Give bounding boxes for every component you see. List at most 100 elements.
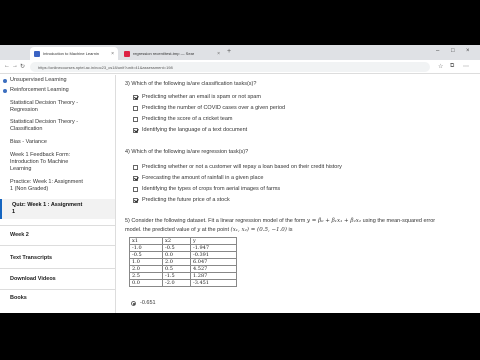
q4-option-3[interactable]: Identifying the types of crops from aeri… xyxy=(133,186,280,192)
unit-dot-icon xyxy=(3,89,7,93)
sidebar-item-sdt-regression[interactable]: Statistical Decision Theory - Regression xyxy=(0,100,115,114)
sidebar-item-practice[interactable]: Practice: Week 1: Assignment 1 (Non Grad… xyxy=(0,179,115,193)
close-tab-icon[interactable]: × xyxy=(214,51,220,57)
sidebar-item-label: 1 xyxy=(12,209,16,215)
reload-icon[interactable]: ↻ xyxy=(20,63,25,70)
unit-dot-icon xyxy=(3,79,7,83)
table-cell: -0.391 xyxy=(190,251,237,259)
q3-option-3[interactable]: Predicting the score of a cricket team xyxy=(133,116,232,122)
question-text: is xyxy=(286,227,293,233)
option-label: Predicting the score of a cricket team xyxy=(142,116,233,122)
checkbox[interactable] xyxy=(133,105,138,111)
checkbox[interactable] xyxy=(133,186,138,192)
checkbox-checked[interactable] xyxy=(133,127,138,133)
q4-option-2[interactable]: Forecasting the amount of rainfall in a … xyxy=(133,175,263,181)
q3-option-1[interactable]: Predicting whether an email is spam or n… xyxy=(133,94,261,100)
back-icon[interactable]: ← xyxy=(4,63,10,69)
option-label: Identifying the language of a text docum… xyxy=(142,127,248,133)
checkbox-checked[interactable] xyxy=(133,175,138,181)
sidebar-text-transcripts[interactable]: Text Transcripts xyxy=(0,255,115,262)
table-row: -0.5 0.0 -0.391 xyxy=(129,251,237,259)
sidebar-item-sdt-classification[interactable]: Statistical Decision Theory - Classifica… xyxy=(0,119,115,133)
sidebar-item-label: Quiz: Week 1 : Assignment xyxy=(12,202,83,208)
sidebar-item-quiz[interactable]: Quiz: Week 1 : Assignment 1 xyxy=(0,199,115,219)
column-header: y xyxy=(190,237,237,245)
dataset-table: x1 x2 y -1.0 -0.5 -1.947 -0.5 0.0 -0.391… xyxy=(129,237,237,287)
sidebar-item-label: Introduction To Machine xyxy=(10,159,69,165)
window-close-icon[interactable]: × xyxy=(466,48,470,54)
checkbox-checked[interactable] xyxy=(133,197,138,203)
new-tab-icon[interactable]: + xyxy=(227,48,231,55)
sidebar-item-bias-variance[interactable]: Bias - Variance xyxy=(0,139,115,146)
checkbox-checked[interactable] xyxy=(133,94,138,100)
table-cell: 2.0 xyxy=(162,258,191,266)
table-cell: -2.0 xyxy=(162,279,191,287)
question-3-text: 3) Which of the following is/are classif… xyxy=(125,81,257,87)
sidebar-item-label: Week 1 Feedback Form: xyxy=(10,152,71,158)
sidebar-books[interactable]: Books xyxy=(0,295,115,302)
sidebar-item-label: Learning xyxy=(10,166,32,172)
table-cell: 0.5 xyxy=(162,265,191,273)
table-row: 1.0 2.0 6.047 xyxy=(129,258,237,266)
maximize-icon[interactable]: □ xyxy=(451,48,455,54)
search-favicon-icon xyxy=(124,50,130,57)
sidebar-item-label: Bias - Variance xyxy=(10,139,47,145)
sidebar-item-label: Unsupervised Learning xyxy=(10,77,67,83)
tab-bar: Introduction to Machine Learnin × regres… xyxy=(0,45,480,60)
sidebar-download-videos[interactable]: Download Videos xyxy=(0,276,115,283)
assignment-content: 3) Which of the following is/are classif… xyxy=(117,75,480,313)
sidebar-item-unsupervised[interactable]: Unsupervised Learning xyxy=(0,77,115,84)
sidebar-week-2[interactable]: Week 2 xyxy=(0,232,115,239)
sidebar-item-label: 1 (Non Graded) xyxy=(10,186,49,192)
table-row: 0.0 -2.0 -3.451 xyxy=(129,279,237,287)
url-field[interactable]: https://onlinecourses.nptel.ac.in/noc23_… xyxy=(30,62,430,72)
menu-icon[interactable]: ⋯ xyxy=(463,63,469,70)
q3-option-4[interactable]: Identifying the language of a text docum… xyxy=(133,127,247,133)
star-icon[interactable]: ☆ xyxy=(438,63,443,70)
sidebar-item-label: Statistical Decision Theory - xyxy=(10,100,79,106)
table-cell: -0.5 xyxy=(162,244,191,252)
sidebar-item-label: Classification xyxy=(10,126,43,132)
table-cell: 2.0 xyxy=(129,265,163,273)
question-text: model. the predicted value of xyxy=(125,227,198,233)
table-cell: -0.5 xyxy=(129,251,163,259)
checkbox[interactable] xyxy=(133,164,138,170)
divider xyxy=(0,268,115,269)
q4-option-4[interactable]: Predicting the future price of a stock xyxy=(133,197,230,203)
table-header-row: x1 x2 y xyxy=(129,237,237,245)
table-cell: -1.5 xyxy=(162,272,191,280)
tab-course[interactable]: Introduction to Machine Learnin × xyxy=(30,47,118,60)
answer-label: -0.651 xyxy=(140,300,156,306)
tab-title: regression recent/test-tmp — Sear xyxy=(133,51,195,56)
question-text: using the mean-squared error xyxy=(361,218,436,224)
column-header: x1 xyxy=(129,237,163,245)
forward-icon[interactable]: → xyxy=(12,63,18,69)
divider xyxy=(0,289,115,290)
q4-option-1[interactable]: Predicting whether or not a customer wil… xyxy=(133,164,342,170)
sidebar-item-reinforcement[interactable]: Reinforcement Learning xyxy=(0,87,115,94)
radio-selected[interactable] xyxy=(131,300,136,306)
table-cell: 4.527 xyxy=(190,265,237,273)
extensions-icon[interactable]: ⧉ xyxy=(450,63,454,70)
table-cell: 1.287 xyxy=(190,272,237,280)
question-5-line-2: model. the predicted value of y at the p… xyxy=(125,227,292,233)
table-row: 2.0 0.5 4.527 xyxy=(129,265,237,273)
table-cell: 0.0 xyxy=(129,279,163,287)
q3-option-2[interactable]: Predicting the number of COVID cases ove… xyxy=(133,105,285,111)
tab-search[interactable]: regression recent/test-tmp — Sear × xyxy=(120,47,224,60)
column-header: x2 xyxy=(162,237,191,245)
question-text: 5) Consider the following dataset. Fit a… xyxy=(125,218,307,224)
sidebar-item-feedback[interactable]: Week 1 Feedback Form: Introduction To Ma… xyxy=(0,152,115,173)
tab-title: Introduction to Machine Learnin xyxy=(43,51,100,56)
table-cell: -1.0 xyxy=(129,244,163,252)
question-4-text: 4) Which of the following is/are regress… xyxy=(125,149,249,155)
table-cell: -3.451 xyxy=(190,279,237,287)
query-point: (x₁, x₂) = (0.5, −1.0) xyxy=(230,227,287,233)
checkbox[interactable] xyxy=(133,116,138,122)
close-tab-icon[interactable]: × xyxy=(108,51,114,57)
option-label: Predicting the number of COVID cases ove… xyxy=(142,105,286,111)
model-formula: y = β₀ + β₁x₁ + β₂x₂ xyxy=(306,218,362,224)
minimize-icon[interactable]: – xyxy=(436,48,439,54)
q5-answer-option[interactable]: -0.651 xyxy=(131,300,156,306)
table-cell: -1.947 xyxy=(190,244,237,252)
